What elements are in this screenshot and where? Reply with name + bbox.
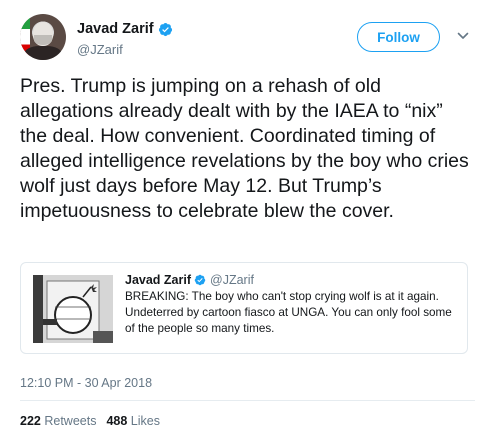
likes-stat[interactable]: 488 Likes <box>106 414 160 428</box>
quoted-tweet-body: Javad Zarif @JZarif BREAKING: The boy wh… <box>125 271 459 337</box>
retweets-label: Retweets <box>44 414 97 428</box>
avatar[interactable] <box>20 14 66 60</box>
likes-count: 488 <box>106 414 128 428</box>
tweet-text: Pres. Trump is jumping on a rehash of ol… <box>20 75 469 222</box>
tweet-header: Javad Zarif @JZarif Follow <box>20 14 475 64</box>
likes-label: Likes <box>130 414 160 428</box>
tweet-timestamp[interactable]: 12:10 PM - 30 Apr 2018 <box>20 376 152 390</box>
retweets-count: 222 <box>20 414 41 428</box>
quoted-tweet-image[interactable] <box>33 275 113 343</box>
quoted-tweet-text: BREAKING: The boy who can't stop crying … <box>125 290 452 335</box>
quoted-author-name: Javad Zarif <box>125 272 192 287</box>
follow-button[interactable]: Follow <box>357 22 440 52</box>
author-info[interactable]: Javad Zarif @JZarif <box>77 20 173 57</box>
verified-badge-icon <box>158 22 172 36</box>
author-handle[interactable]: @JZarif <box>77 42 173 57</box>
quoted-author-handle: @JZarif <box>210 272 254 287</box>
verified-badge-icon <box>194 274 206 285</box>
tweet-stats: 222 Retweets 488 Likes <box>20 414 160 428</box>
retweets-stat[interactable]: 222 Retweets <box>20 414 96 428</box>
quoted-tweet[interactable]: Javad Zarif @JZarif BREAKING: The boy wh… <box>20 262 468 354</box>
chevron-down-icon[interactable] <box>457 30 469 42</box>
divider <box>20 400 475 401</box>
author-display-name[interactable]: Javad Zarif <box>77 21 154 37</box>
bomb-cartoon-image <box>33 275 113 343</box>
